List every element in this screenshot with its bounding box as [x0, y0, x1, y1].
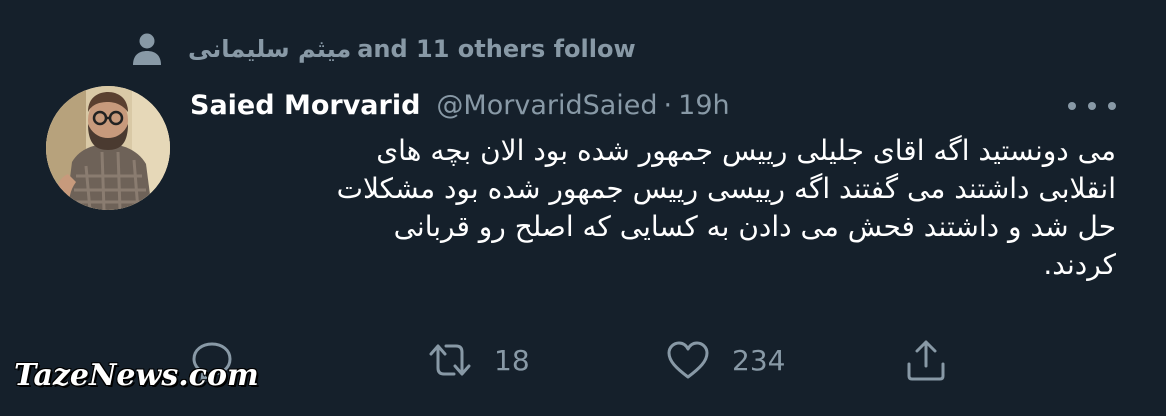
like-button[interactable]: 234	[666, 330, 785, 390]
like-count: 234	[732, 343, 786, 377]
retweet-count: 18	[494, 343, 530, 377]
tweet-actions: 18 234	[190, 330, 990, 390]
tweet-text-line: می دونستید اگه اقای جلیلی رییس جمهور شده…	[376, 134, 1116, 167]
more-options-icon[interactable]	[1068, 94, 1116, 118]
retweet-button[interactable]: 18	[428, 330, 530, 390]
watermark: TazeNews.com	[14, 358, 259, 393]
timestamp[interactable]: 19h	[678, 90, 729, 121]
share-button[interactable]	[904, 330, 948, 390]
separator-dot: ·	[663, 89, 673, 121]
user-handle[interactable]: @MorvaridSaied	[436, 90, 657, 121]
social-context-suffix: and 11 others follow	[357, 35, 636, 63]
social-context[interactable]: میثم سلیمانی and 11 others follow	[132, 28, 636, 70]
tweet-text-line: حل شد و داشتند فحش می دادن به کسایی که ا…	[393, 210, 1116, 243]
tweet-text: می دونستید اگه اقای جلیلی رییس جمهور شده…	[190, 132, 1116, 284]
more-dot	[1068, 102, 1076, 110]
tweet-header: Saied Morvarid @MorvaridSaied · 19h	[190, 84, 730, 126]
person-icon	[132, 31, 162, 67]
share-icon	[904, 338, 948, 382]
social-context-name[interactable]: میثم سلیمانی	[188, 35, 351, 63]
retweet-icon	[428, 338, 472, 382]
display-name[interactable]: Saied Morvarid	[190, 90, 420, 121]
more-dot	[1108, 102, 1116, 110]
tweet-text-line: انقلابی داشتند می گفتند اگه رییسی رییس ج…	[336, 172, 1116, 205]
heart-icon	[666, 338, 710, 382]
avatar[interactable]	[46, 86, 170, 210]
more-dot	[1088, 102, 1096, 110]
tweet-text-line: کردند.	[1043, 248, 1116, 281]
